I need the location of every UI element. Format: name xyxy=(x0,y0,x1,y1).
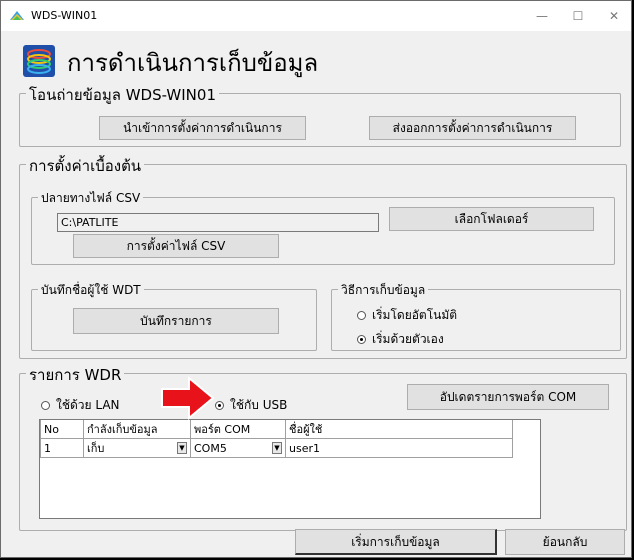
chevron-down-icon[interactable]: ▼ xyxy=(272,442,282,454)
column-header-port: พอร์ต COM xyxy=(190,420,286,439)
data-collection-icon xyxy=(23,45,55,77)
table-row[interactable]: 1 เก็บ ▼ COM5 ▼ user1 xyxy=(40,438,513,458)
import-settings-button[interactable]: นำเข้าการตั้งค่าการดำเนินการ xyxy=(99,116,306,140)
manual-start-label: เริ่มด้วยตัวเอง xyxy=(372,332,444,346)
start-collection-button[interactable]: เริ่มการเก็บข้อมูล xyxy=(295,529,497,555)
wdr-table: No กำลังเก็บข้อมูล พอร์ต COM ชื่อผู้ใช้ … xyxy=(39,419,541,519)
column-header-user: ชื่อผู้ใช้ xyxy=(285,420,513,439)
port-value: COM5 xyxy=(194,441,227,455)
title-bar: WDS-WIN01 — ☐ ✕ xyxy=(1,1,631,31)
status-value: เก็บ xyxy=(87,442,105,455)
transfer-legend: โอนถ่ายข้อมูล WDS-WIN01 xyxy=(26,83,219,107)
wdr-legend: รายการ WDR xyxy=(26,363,125,387)
export-settings-button[interactable]: ส่งออกการตั้งค่าการดำเนินการ xyxy=(369,116,576,140)
window-title: WDS-WIN01 xyxy=(31,9,98,22)
lan-label: ใช้ด้วย LAN xyxy=(56,398,120,412)
register-user-button[interactable]: บันทึกรายการ xyxy=(73,308,279,334)
main-window: WDS-WIN01 — ☐ ✕ การดำเนินการเก็บข้อมูล โ… xyxy=(0,0,632,558)
chevron-down-icon[interactable]: ▼ xyxy=(177,442,187,454)
auto-start-label: เริ่มโดยอัตโนมัติ xyxy=(372,308,458,322)
app-icon xyxy=(10,11,24,20)
csv-legend: ปลายทางไฟล์ CSV xyxy=(38,189,144,208)
page-title: การดำเนินการเก็บข้อมูล xyxy=(67,49,319,77)
user-cell[interactable]: user1 xyxy=(285,438,513,458)
radio-checked-icon xyxy=(215,401,224,410)
close-button[interactable]: ✕ xyxy=(599,5,629,27)
update-com-ports-button[interactable]: อัปเดตรายการพอร์ต COM xyxy=(407,384,609,410)
radio-unchecked-icon xyxy=(41,401,50,410)
auto-start-radio[interactable]: เริ่มโดยอัตโนมัติ xyxy=(357,306,457,325)
table-header-row: No กำลังเก็บข้อมูล พอร์ต COM ชื่อผู้ใช้ xyxy=(40,420,513,439)
browse-folder-button[interactable]: เลือกโฟลเดอร์ xyxy=(389,207,594,231)
usb-label: ใช้กับ USB xyxy=(230,398,288,412)
column-header-status: กำลังเก็บข้อมูล xyxy=(83,420,191,439)
column-header-no: No xyxy=(40,420,84,439)
usb-radio[interactable]: ใช้กับ USB xyxy=(215,396,287,415)
status-combo[interactable]: เก็บ ▼ xyxy=(83,438,191,458)
radio-checked-icon xyxy=(357,335,366,344)
red-arrow-icon xyxy=(161,376,215,420)
csv-path-input[interactable]: C:\PATLITE xyxy=(57,213,379,232)
settings-legend: การตั้งค่าเบื้องต้น xyxy=(26,154,145,178)
port-combo[interactable]: COM5 ▼ xyxy=(190,438,286,458)
row-no-cell: 1 xyxy=(40,438,84,458)
method-legend: วิธีการเก็บข้อมูล xyxy=(338,281,429,300)
maximize-button[interactable]: ☐ xyxy=(563,5,593,27)
manual-start-radio[interactable]: เริ่มด้วยตัวเอง xyxy=(357,330,444,349)
lan-radio[interactable]: ใช้ด้วย LAN xyxy=(41,396,120,415)
radio-unchecked-icon xyxy=(357,311,366,320)
wdt-legend: บันทึกชื่อผู้ใช้ WDT xyxy=(38,281,144,300)
back-button[interactable]: ย้อนกลับ xyxy=(505,529,625,555)
csv-settings-button[interactable]: การตั้งค่าไฟล์ CSV xyxy=(73,234,279,258)
minimize-button[interactable]: — xyxy=(527,5,557,27)
